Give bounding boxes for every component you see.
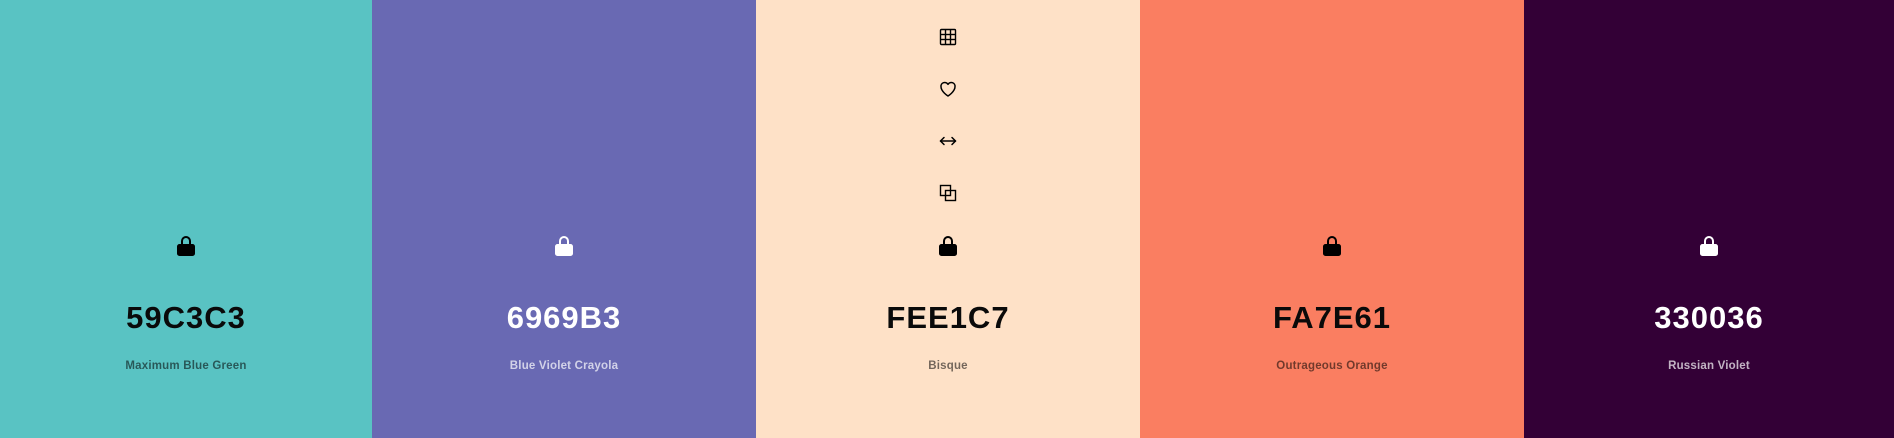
color-palette: 59C3C3 Maximum Blue Green 6969B3 Blue Vi…	[0, 0, 1894, 438]
hex-code[interactable]: 6969B3	[372, 300, 756, 336]
copy-icon[interactable]	[935, 180, 961, 206]
color-name[interactable]: Russian Violet	[1524, 358, 1894, 374]
lock-icon[interactable]	[1696, 233, 1722, 259]
lock-icon[interactable]	[1319, 233, 1345, 259]
color-name[interactable]: Bisque	[756, 358, 1140, 374]
hex-code[interactable]: 59C3C3	[0, 300, 372, 336]
color-name[interactable]: Outrageous Orange	[1140, 358, 1524, 374]
drag-arrows-icon[interactable]	[935, 128, 961, 154]
color-name[interactable]: Maximum Blue Green	[0, 358, 372, 374]
lock-icon[interactable]	[173, 233, 199, 259]
lock-icon[interactable]	[551, 233, 577, 259]
hex-code[interactable]: FEE1C7	[756, 300, 1140, 336]
hex-code[interactable]: 330036	[1524, 300, 1894, 336]
color-swatch-3[interactable]: FEE1C7 Bisque	[756, 0, 1140, 438]
color-swatch-2[interactable]: 6969B3 Blue Violet Crayola	[372, 0, 756, 438]
heart-icon[interactable]	[935, 76, 961, 102]
color-swatch-1[interactable]: 59C3C3 Maximum Blue Green	[0, 0, 372, 438]
swatch-toolbar	[935, 24, 961, 232]
lock-icon[interactable]	[935, 233, 961, 259]
grid-icon[interactable]	[935, 24, 961, 50]
hex-code[interactable]: FA7E61	[1140, 300, 1524, 336]
color-swatch-4[interactable]: FA7E61 Outrageous Orange	[1140, 0, 1524, 438]
color-swatch-5[interactable]: 330036 Russian Violet	[1524, 0, 1894, 438]
color-name[interactable]: Blue Violet Crayola	[372, 358, 756, 374]
